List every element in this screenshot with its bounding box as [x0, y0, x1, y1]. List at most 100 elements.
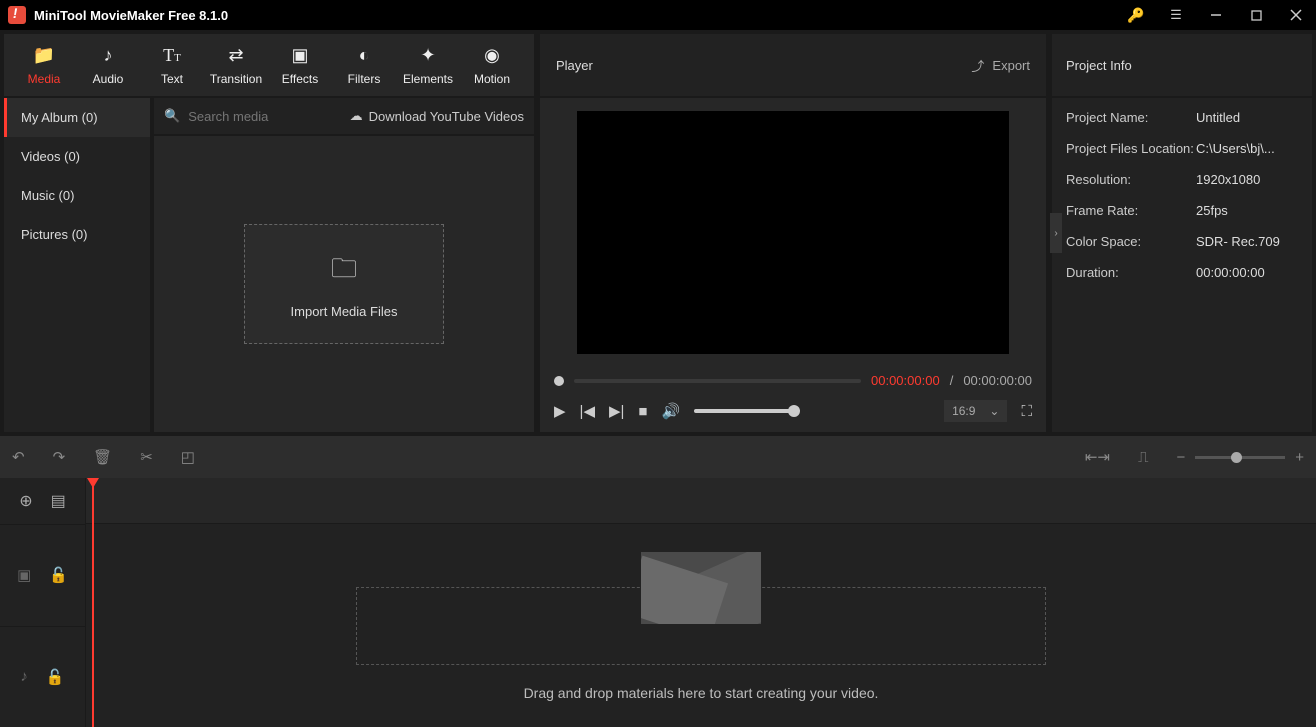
tab-label: Media [28, 72, 61, 86]
tab-label: Effects [282, 72, 318, 86]
sidebar-item-pictures[interactable]: Pictures (0) [4, 215, 150, 254]
stop-button[interactable]: ■ [638, 403, 647, 420]
text-icon: TT [140, 45, 204, 66]
close-button[interactable] [1276, 0, 1316, 30]
timeline-toolbar: ↶ ↷ 🗑 ✂ ◰ ⇤⇥ ⎍ − + [0, 436, 1316, 478]
redo-button[interactable]: ↷ [53, 448, 66, 466]
import-media-button[interactable]: 🗀 Import Media Files [244, 224, 444, 344]
lock-track-button[interactable]: 🔓 [49, 566, 68, 584]
tab-text[interactable]: TTText [140, 39, 204, 92]
split-button[interactable]: ✂ [140, 448, 153, 466]
video-track-icon: ▣ [17, 566, 31, 584]
minimize-button[interactable] [1196, 0, 1236, 30]
cloud-download-icon: ☁ [350, 108, 363, 124]
prev-frame-button[interactable]: |◀ [580, 402, 595, 420]
scrub-track[interactable] [574, 379, 861, 383]
export-label: Export [992, 58, 1030, 73]
search-icon: 🔍 [164, 108, 180, 124]
time-current: 00:00:00:00 [871, 373, 940, 388]
project-info-panel: › Project Info Project Name:Untitled Pro… [1052, 34, 1312, 432]
sparkle-icon: ✦ [396, 45, 460, 66]
sidebar-item-videos[interactable]: Videos (0) [4, 137, 150, 176]
track-manage-button[interactable]: ▤ [51, 491, 66, 511]
maximize-button[interactable] [1236, 0, 1276, 30]
tab-elements[interactable]: ✦ Elements [396, 39, 460, 92]
timeline-canvas[interactable]: Drag and drop materials here to start cr… [86, 478, 1316, 727]
player-title: Player [556, 58, 593, 73]
info-row-name: Project Name:Untitled [1066, 102, 1298, 133]
timeline: ⊕ ▤ ▣ 🔓 ♪ 🔓 Drag and drop materials here… [0, 478, 1316, 727]
tab-label: Transition [210, 72, 262, 86]
title-bar: MiniTool MovieMaker Free 8.1.0 🔑 ☰ [0, 0, 1316, 30]
audio-track-header: ♪ 🔓 [0, 626, 85, 727]
info-row-framerate: Frame Rate:25fps [1066, 195, 1298, 226]
info-row-duration: Duration:00:00:00:00 [1066, 257, 1298, 288]
media-panel: 📁 Media ♪ Audio TTText ⇄ Transition ▣ Effect… [4, 34, 534, 432]
preview-area [540, 98, 1046, 367]
menu-button[interactable]: ☰ [1156, 0, 1196, 30]
tab-label: Motion [474, 72, 510, 86]
aspect-ratio-select[interactable]: 16:9 ⌄ [944, 400, 1007, 422]
hamburger-icon: ☰ [1170, 7, 1182, 23]
download-youtube-link[interactable]: ☁ Download YouTube Videos [350, 108, 524, 124]
collapse-info-button[interactable]: › [1050, 213, 1062, 253]
aspect-ratio-value: 16:9 [952, 404, 975, 418]
sidebar-item-my-album[interactable]: My Album (0) [4, 98, 150, 137]
transition-icon: ⇄ [204, 45, 268, 66]
placeholder-thumbnail-icon [641, 552, 761, 624]
close-icon [1290, 9, 1302, 21]
zoom-in-button[interactable]: + [1295, 449, 1304, 466]
tab-audio[interactable]: ♪ Audio [76, 39, 140, 92]
import-media-label: Import Media Files [291, 304, 398, 319]
fullscreen-button[interactable]: ⛶ [1021, 403, 1032, 420]
chevron-down-icon: ⌄ [989, 404, 999, 418]
info-row-colorspace: Color Space:SDR- Rec.709 [1066, 226, 1298, 257]
tab-filters[interactable]: ◐Filters [332, 39, 396, 92]
music-note-icon: ♪ [76, 45, 140, 66]
folder-open-icon: 🗀 [331, 250, 357, 294]
tab-transition[interactable]: ⇄ Transition [204, 39, 268, 92]
crop-button[interactable]: ◰ [181, 448, 195, 466]
video-track-header: ▣ 🔓 [0, 524, 85, 626]
timeline-ruler[interactable] [86, 478, 1316, 524]
search-media[interactable]: 🔍 [164, 108, 342, 124]
auto-fit-button[interactable]: ⇤⇥ [1085, 448, 1110, 466]
tab-motion[interactable]: ◉ Motion [460, 39, 524, 92]
media-sidebar: My Album (0) Videos (0) Music (0) Pictur… [4, 98, 154, 432]
minimize-icon [1210, 9, 1222, 21]
sidebar-item-music[interactable]: Music (0) [4, 176, 150, 215]
tab-label: Audio [93, 72, 124, 86]
zoom-slider[interactable] [1195, 456, 1285, 459]
preview-canvas[interactable] [577, 111, 1009, 354]
ribbon-tabs: 📁 Media ♪ Audio TTText ⇄ Transition ▣ Effect… [4, 34, 534, 98]
tab-media[interactable]: 📁 Media [12, 39, 76, 92]
yt-link-label: Download YouTube Videos [369, 109, 524, 124]
maximize-icon [1251, 10, 1262, 21]
folder-icon: 📁 [12, 45, 76, 66]
play-button[interactable]: ▶ [554, 402, 566, 420]
motion-icon: ◉ [460, 45, 524, 66]
tab-effects[interactable]: ▣ Effects [268, 39, 332, 92]
export-button[interactable]: ⤴ Export [971, 56, 1030, 75]
zoom-out-button[interactable]: − [1176, 449, 1185, 466]
markers-button[interactable]: ⎍ [1138, 449, 1149, 466]
app-logo-icon [8, 6, 26, 24]
tab-label: Elements [403, 72, 453, 86]
delete-button[interactable]: 🗑 [93, 448, 112, 466]
search-input[interactable] [188, 109, 308, 124]
upgrade-key-button[interactable]: 🔑 [1116, 0, 1156, 30]
add-track-button[interactable]: ⊕ [19, 491, 32, 511]
time-total: 00:00:00:00 [963, 373, 1032, 388]
info-row-resolution: Resolution:1920x1080 [1066, 164, 1298, 195]
filters-icon: ◐ [332, 45, 396, 66]
effects-icon: ▣ [268, 45, 332, 66]
info-row-location: Project Files Location:C:\Users\bj\... [1066, 133, 1298, 164]
key-icon: 🔑 [1127, 7, 1144, 24]
export-icon: ⤴ [971, 56, 984, 75]
volume-slider[interactable] [694, 409, 794, 413]
undo-button[interactable]: ↶ [12, 448, 25, 466]
scrub-handle[interactable] [554, 376, 564, 386]
next-frame-button[interactable]: ▶| [609, 402, 624, 420]
volume-button[interactable]: 🔊 [661, 402, 680, 420]
lock-track-button[interactable]: 🔓 [46, 668, 65, 686]
